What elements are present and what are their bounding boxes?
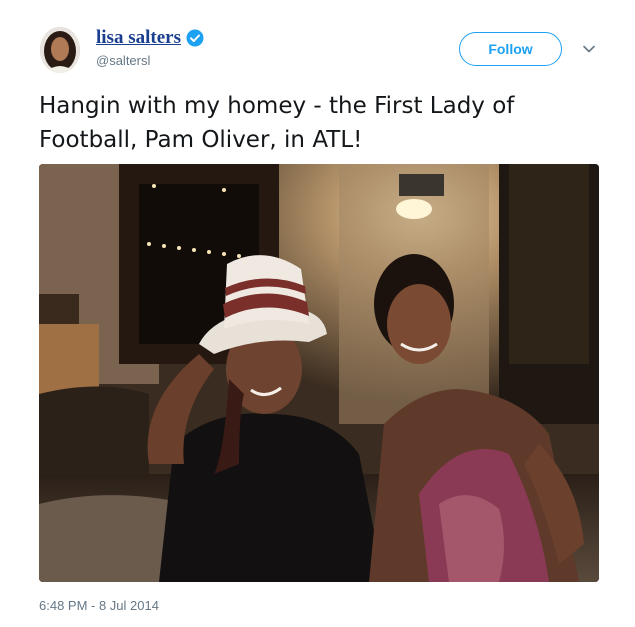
tweet-timestamp[interactable]: 6:48 PM - 8 Jul 2014: [39, 598, 159, 613]
tweet-photo[interactable]: [39, 164, 599, 582]
author-handle[interactable]: @saltersl: [96, 53, 150, 68]
avatar[interactable]: [40, 27, 80, 73]
chevron-down-icon[interactable]: [582, 42, 596, 56]
verified-badge-icon: [186, 29, 204, 47]
author-name-row: lisa salters: [96, 27, 204, 49]
tweet-text-line-2: Football, Pam Oliver, in ATL!: [39, 127, 363, 153]
follow-button[interactable]: Follow: [459, 32, 562, 66]
author-display-name[interactable]: lisa salters: [96, 27, 181, 49]
tweet-card: lisa salters @saltersl Follow Hangin wit…: [0, 0, 635, 627]
tweet-text-line-1: Hangin with my homey - the First Lady of: [39, 93, 515, 119]
tweet-text: Hangin with my homey - the First Lady of…: [39, 89, 599, 157]
